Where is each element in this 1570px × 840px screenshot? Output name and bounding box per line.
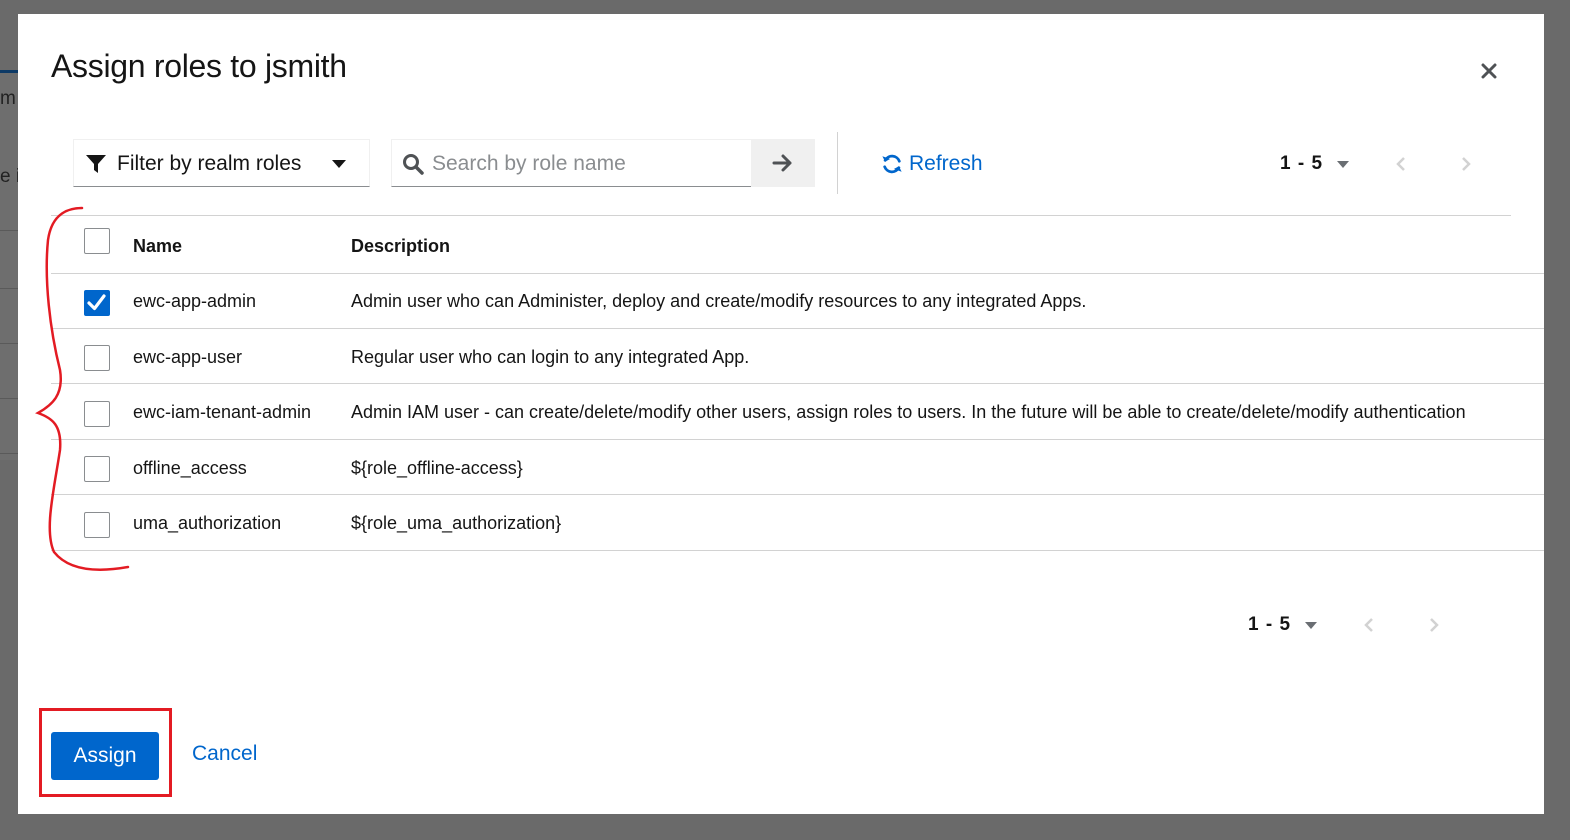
caret-down-icon[interactable] — [1337, 160, 1350, 168]
refresh-button[interactable]: Refresh — [881, 150, 983, 178]
caret-down-icon[interactable] — [1305, 621, 1318, 629]
arrow-right-icon — [772, 154, 792, 172]
cancel-button[interactable]: Cancel — [192, 742, 257, 766]
chevron-left-icon[interactable] — [1396, 156, 1406, 172]
role-description: Admin user who can Administer, deploy an… — [351, 291, 1087, 311]
annotation-box — [39, 708, 172, 797]
background-text: e i — [0, 166, 18, 187]
filter-dropdown-label: Filter by realm roles — [117, 152, 302, 175]
chevron-right-icon[interactable] — [1461, 156, 1471, 172]
search-input[interactable] — [432, 148, 742, 180]
row-divider — [51, 550, 1544, 551]
top-pagination: 1 - 5 — [1280, 150, 1480, 178]
search-submit-button[interactable] — [751, 139, 815, 187]
close-button[interactable] — [1476, 58, 1502, 84]
row-divider — [51, 383, 1544, 384]
column-header-description[interactable]: Description — [351, 236, 450, 257]
role-name: ewc-app-user — [133, 347, 243, 367]
role-name: offline_access — [133, 458, 247, 478]
background-divider — [0, 398, 18, 399]
filter-dropdown[interactable]: Filter by realm roles — [73, 139, 370, 187]
assign-roles-modal: Assign roles to jsmith Filter by realm r… — [18, 14, 1544, 814]
refresh-icon — [882, 154, 902, 174]
row-divider — [51, 439, 1544, 440]
background-text: m — [0, 88, 16, 109]
background-divider — [0, 288, 18, 289]
search-field — [391, 139, 751, 187]
close-icon — [1481, 63, 1497, 79]
search-icon — [403, 154, 424, 175]
row-divider — [51, 328, 1544, 329]
annotation-brace — [35, 206, 130, 571]
chevron-right-icon[interactable] — [1429, 617, 1439, 633]
role-name: ewc-app-admin — [133, 291, 257, 311]
background-tab-indicator — [0, 70, 18, 73]
row-divider — [51, 494, 1544, 495]
refresh-label: Refresh — [909, 152, 983, 175]
caret-down-icon — [332, 160, 346, 168]
role-description: ${role_offline-access} — [351, 458, 523, 478]
background-divider — [0, 230, 18, 231]
role-description: Admin IAM user - can create/delete/modif… — [351, 402, 1466, 422]
column-header-name[interactable]: Name — [133, 236, 182, 257]
background-divider — [0, 453, 18, 454]
pagination-range[interactable]: 1 - 5 — [1280, 153, 1323, 175]
modal-title: Assign roles to jsmith — [51, 48, 347, 84]
role-name: ewc-iam-tenant-admin — [133, 402, 312, 422]
role-description: Regular user who can login to any integr… — [351, 347, 750, 367]
role-name: uma_authorization — [133, 513, 282, 533]
pagination-range[interactable]: 1 - 5 — [1248, 614, 1291, 636]
role-description: ${role_uma_authorization} — [351, 513, 562, 533]
toolbar-divider — [51, 215, 1511, 216]
background-divider — [0, 343, 18, 344]
bottom-pagination: 1 - 5 — [1248, 611, 1448, 639]
toolbar-divider — [837, 132, 838, 194]
filter-icon — [86, 155, 106, 173]
row-divider — [51, 273, 1544, 274]
chevron-left-icon[interactable] — [1364, 617, 1374, 633]
background-content — [0, 70, 18, 460]
